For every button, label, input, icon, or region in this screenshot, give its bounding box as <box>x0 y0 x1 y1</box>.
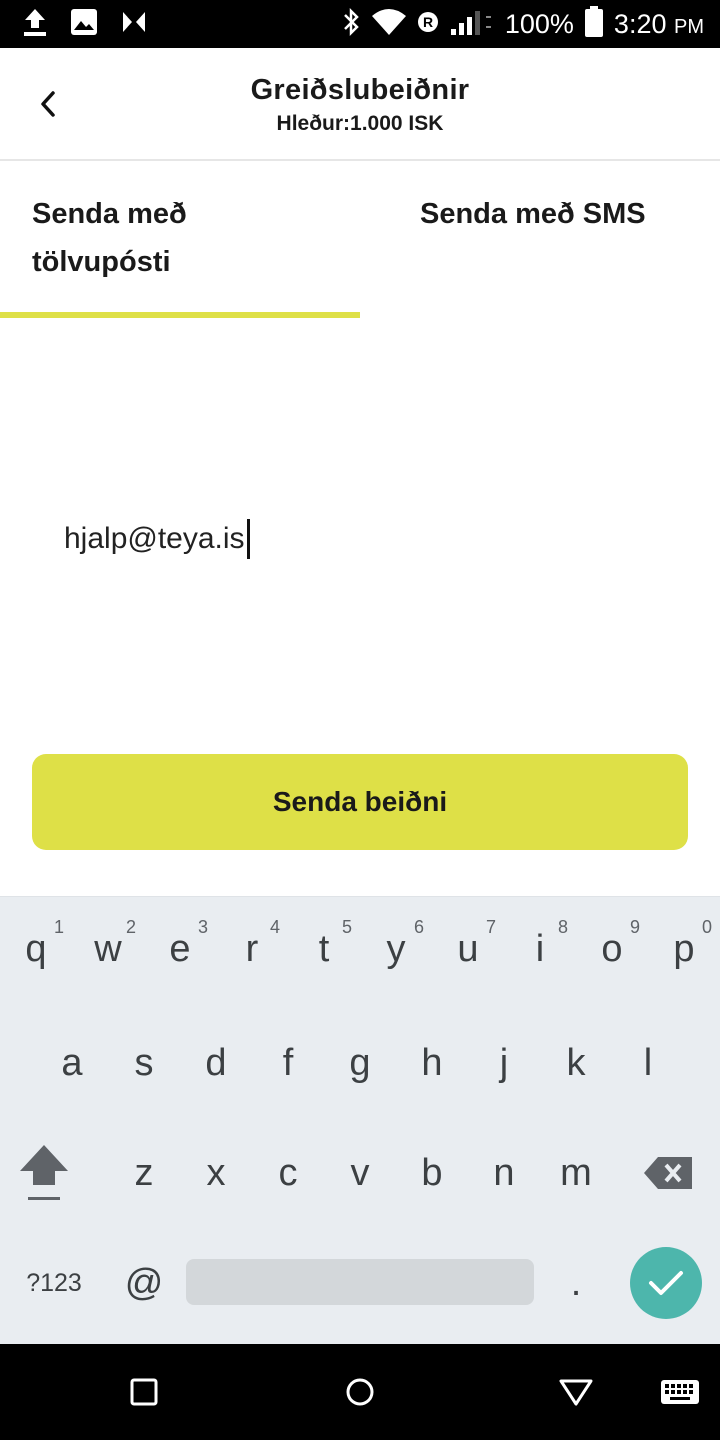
email-input-value: hjalp@teya.is <box>64 522 245 555</box>
system-nav-bar <box>0 1344 720 1440</box>
key-r[interactable]: r4 <box>216 901 288 997</box>
status-right: R 100% 3:20 PM <box>341 5 704 43</box>
status-bar: R 100% 3:20 PM <box>0 0 720 48</box>
triangle-down-icon <box>559 1379 593 1406</box>
signal-icon <box>449 7 495 42</box>
key-v[interactable]: v <box>324 1125 396 1221</box>
image-icon <box>70 8 98 41</box>
key-label: e <box>169 927 191 970</box>
status-left <box>22 8 148 40</box>
key-label: i <box>535 927 545 970</box>
key-label: p <box>673 927 695 970</box>
amount-subtitle: Hleður:1.000 ISK <box>276 112 444 135</box>
key-hint: 0 <box>701 917 712 937</box>
key-p[interactable]: p0 <box>648 901 720 997</box>
keyboard-icon <box>661 1380 699 1404</box>
key-e[interactable]: e3 <box>144 901 216 997</box>
home-button[interactable] <box>336 1368 384 1416</box>
key-j[interactable]: j <box>468 1015 540 1111</box>
key-label: t <box>318 927 330 970</box>
keyboard-switch-button[interactable] <box>656 1368 704 1416</box>
done-key[interactable] <box>630 1247 702 1319</box>
square-icon <box>130 1378 158 1406</box>
key-k[interactable]: k <box>540 1015 612 1111</box>
key-hint: 1 <box>53 917 64 937</box>
key-q[interactable]: q1 <box>0 901 72 997</box>
roaming-icon: R <box>417 11 439 38</box>
tab-email-label: Senda með tölvupósti <box>32 198 187 278</box>
backspace-key[interactable] <box>632 1125 704 1221</box>
key-hint: 3 <box>197 917 208 937</box>
key-l[interactable]: l <box>612 1015 684 1111</box>
key-t[interactable]: t5 <box>288 901 360 997</box>
app-header: Greiðslubeiðnir Hleður:1.000 ISK <box>0 48 720 161</box>
circle-icon <box>346 1378 374 1406</box>
bluetooth-icon <box>341 7 361 42</box>
active-tab-indicator <box>0 312 360 318</box>
key-o[interactable]: o9 <box>576 901 648 997</box>
key-label: u <box>457 927 479 970</box>
at-key[interactable]: @ <box>108 1235 180 1331</box>
key-z[interactable]: z <box>108 1125 180 1221</box>
soft-keyboard: ?123 @ . q1w2e3r4t5y6u7i8o9p0asdfghjklzx… <box>0 896 720 1344</box>
key-i[interactable]: i8 <box>504 901 576 997</box>
key-label: r <box>245 927 259 970</box>
tab-email[interactable]: Senda með tölvupósti <box>0 162 360 320</box>
key-label: w <box>94 927 122 970</box>
key-g[interactable]: g <box>324 1015 396 1111</box>
key-f[interactable]: f <box>252 1015 324 1111</box>
clock-time: 3:20 <box>613 8 667 39</box>
shift-icon <box>20 1145 68 1200</box>
app-icon <box>120 9 148 40</box>
key-y[interactable]: y6 <box>360 901 432 997</box>
recents-button[interactable] <box>120 1368 168 1416</box>
key-a[interactable]: a <box>36 1015 108 1111</box>
wifi-icon <box>371 8 407 41</box>
key-label: y <box>386 927 406 970</box>
key-x[interactable]: x <box>180 1125 252 1221</box>
clock: 3:20 PM <box>614 9 704 40</box>
key-d[interactable]: d <box>180 1015 252 1111</box>
symbols-key[interactable]: ?123 <box>18 1235 90 1331</box>
tab-sms-label: Senda með SMS <box>420 198 646 230</box>
clock-ampm: PM <box>674 15 704 38</box>
key-hint: 2 <box>125 917 136 937</box>
key-n[interactable]: n <box>468 1125 540 1221</box>
key-w[interactable]: w2 <box>72 901 144 997</box>
key-m[interactable]: m <box>540 1125 612 1221</box>
key-label: o <box>601 927 623 970</box>
period-key[interactable]: . <box>540 1235 612 1331</box>
backspace-icon <box>644 1157 692 1189</box>
key-u[interactable]: u7 <box>432 901 504 997</box>
tab-sms[interactable]: Senda með SMS <box>360 162 720 320</box>
key-h[interactable]: h <box>396 1015 468 1111</box>
upload-icon <box>22 7 48 42</box>
send-method-tabs: Senda með tölvupósti Senda með SMS <box>0 162 720 320</box>
key-label: q <box>25 927 47 970</box>
key-hint: 7 <box>485 917 496 937</box>
back-nav-button[interactable] <box>552 1368 600 1416</box>
battery-percent: 100% <box>504 8 574 39</box>
key-b[interactable]: b <box>396 1125 468 1221</box>
shift-key[interactable] <box>8 1125 80 1221</box>
email-input[interactable]: hjalp@teya.is <box>64 516 664 562</box>
battery-icon <box>584 5 604 43</box>
space-key[interactable] <box>186 1259 534 1305</box>
key-hint: 5 <box>341 917 352 937</box>
key-c[interactable]: c <box>252 1125 324 1221</box>
page-title: Greiðslubeiðnir <box>250 74 470 106</box>
key-hint: 4 <box>269 917 280 937</box>
key-s[interactable]: s <box>108 1015 180 1111</box>
key-hint: 6 <box>413 917 424 937</box>
check-icon <box>649 1271 683 1295</box>
key-hint: 9 <box>629 917 640 937</box>
text-cursor <box>246 519 250 559</box>
key-hint: 8 <box>557 917 568 937</box>
send-request-button[interactable]: Senda beiðni <box>32 754 688 850</box>
svg-text:R: R <box>423 14 433 30</box>
